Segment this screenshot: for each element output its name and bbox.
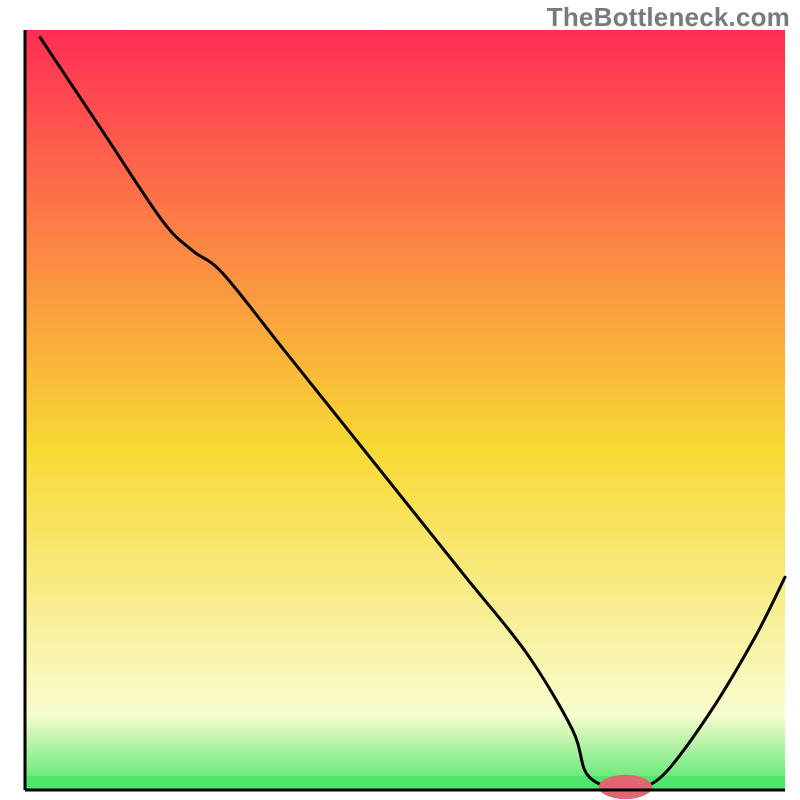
plot-svg [0,0,800,800]
optimal-band [25,776,785,790]
gradient-background [25,30,785,790]
bottleneck-chart: TheBottleneck.com [0,0,800,800]
optimal-marker [599,775,652,799]
